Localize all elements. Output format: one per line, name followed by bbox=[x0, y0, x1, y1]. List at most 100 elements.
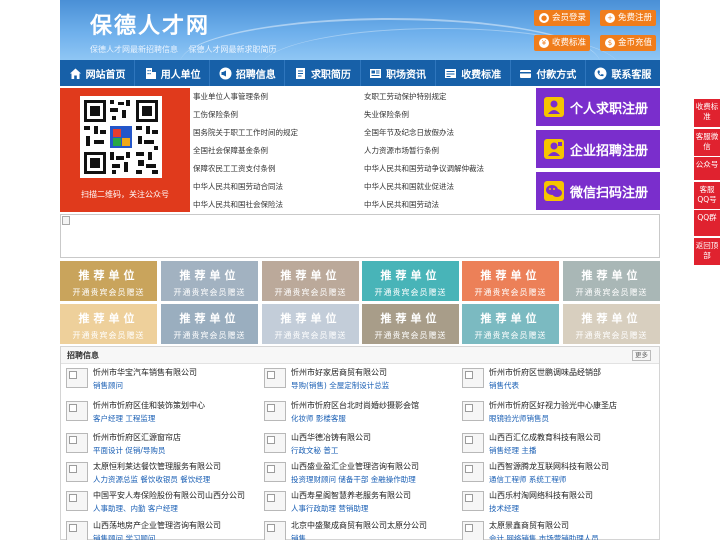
company-name[interactable]: 山西乐村淘网络科技有限公司 bbox=[489, 490, 593, 501]
policy-link[interactable]: 事业单位人事管理条例 bbox=[193, 91, 268, 102]
company-register-button[interactable]: 企业招聘注册 bbox=[536, 130, 660, 168]
recommended-tile[interactable]: 推荐单位 开通贵宾会员赠送 bbox=[362, 304, 459, 344]
company-logo[interactable] bbox=[462, 462, 484, 482]
job-listing-item[interactable]: 中国平安人寿保险股份有限公司山西分公司 人事助理、内勤 客户经理 bbox=[61, 489, 251, 521]
company-logo[interactable] bbox=[66, 401, 88, 421]
company-logo[interactable] bbox=[462, 401, 484, 421]
company-logo[interactable] bbox=[66, 491, 88, 511]
job-positions[interactable]: 行政文秘 普工 bbox=[291, 445, 338, 456]
job-listing-item[interactable]: 山西乐村淘网络科技有限公司 技术经理 bbox=[457, 489, 647, 521]
company-name[interactable]: 忻州市忻府区好视力验光中心康圣店 bbox=[489, 400, 617, 411]
recommended-tile[interactable]: 推荐单位 开通贵宾会员赠送 bbox=[462, 304, 559, 344]
company-name[interactable]: 山西华德冶铸有限公司 bbox=[291, 432, 371, 443]
recommended-tile[interactable]: 推荐单位 开通贵宾会员赠送 bbox=[262, 261, 359, 301]
job-positions[interactable]: 导购(销售) 全屋定制设计总监 bbox=[291, 380, 389, 391]
job-positions[interactable]: 平面设计 促销/导购员 bbox=[93, 445, 165, 456]
recommended-tile[interactable]: 推荐单位 开通贵宾会员赠送 bbox=[462, 261, 559, 301]
job-positions[interactable]: 人事行政助理 营销助理 bbox=[291, 503, 368, 514]
personal-register-button[interactable]: 个人求职注册 bbox=[536, 88, 660, 126]
nav-item-contact[interactable]: 联系客服 bbox=[586, 60, 660, 86]
job-listing-item[interactable]: 山西寿星阁智慧养老服务有限公司 人事行政助理 营销助理 bbox=[259, 489, 449, 521]
free-register-button[interactable]: + 免费注册 bbox=[600, 10, 656, 26]
job-listing-item[interactable]: 忻州市忻府区汇源窗帘店 平面设计 促销/导购员 bbox=[61, 431, 251, 463]
job-positions[interactable]: 人事助理、内勤 客户经理 bbox=[93, 503, 178, 514]
job-positions[interactable]: 人力资源总监 餐饮收银员 餐饮经理 bbox=[93, 474, 210, 485]
recommended-tile[interactable]: 推荐单位 开通贵宾会员赠送 bbox=[362, 261, 459, 301]
recommended-tile[interactable]: 推荐单位 开通贵宾会员赠送 bbox=[161, 304, 258, 344]
policy-link[interactable]: 女职工劳动保护特别规定 bbox=[364, 91, 447, 102]
side-official-account[interactable]: 公众号 bbox=[694, 157, 720, 180]
company-logo[interactable] bbox=[264, 491, 286, 511]
job-listing-item[interactable]: 太原恒利莱达餐饮管理服务有限公司 人力资源总监 餐饮收银员 餐饮经理 bbox=[61, 460, 251, 492]
recommended-tile[interactable]: 推荐单位 开通贵宾会员赠送 bbox=[563, 304, 660, 344]
banner-ad[interactable] bbox=[60, 214, 660, 258]
job-listing-item[interactable]: 太原景鑫商贸有限公司 会计 网络销售 市场营销助理人员 bbox=[457, 519, 647, 540]
company-name[interactable]: 山西百汇亿成教育科技有限公司 bbox=[489, 432, 601, 443]
company-logo[interactable] bbox=[66, 521, 88, 540]
job-listing-item[interactable]: 忻州市忻府区好视力验光中心康圣店 眼镜验光师销售员 bbox=[457, 399, 647, 431]
site-logo-title[interactable]: 保德人才网 bbox=[90, 8, 210, 40]
coin-recharge-button[interactable]: $ 金币充值 bbox=[600, 35, 656, 51]
policy-link[interactable]: 中华人民共和国劳动争议调解仲裁法 bbox=[364, 163, 484, 174]
company-name[interactable]: 太原景鑫商贸有限公司 bbox=[489, 520, 569, 531]
job-listing-item[interactable]: 山西荡地房产企业管理咨询有限公司销售顾问 学习顾问 bbox=[61, 519, 251, 540]
job-listing-item[interactable]: 山西华德冶铸有限公司 行政文秘 普工 bbox=[259, 431, 449, 463]
nav-item-jobs[interactable]: 招聘信息 bbox=[210, 60, 286, 86]
job-positions[interactable]: 销售经理 主播 bbox=[489, 445, 536, 456]
policy-link[interactable]: 中华人民共和国社会保险法 bbox=[193, 199, 283, 210]
nav-item-payment[interactable]: 付款方式 bbox=[511, 60, 586, 86]
side-back-to-top[interactable]: 返回顶部 bbox=[694, 238, 720, 265]
recommended-tile[interactable]: 推荐单位 开通贵宾会员赠送 bbox=[60, 304, 157, 344]
fee-standard-button[interactable]: ¥ 收费标准 bbox=[534, 35, 590, 51]
policy-link[interactable]: 全国社会保障基金条例 bbox=[193, 145, 268, 156]
nav-item-fees[interactable]: 收费标准 bbox=[436, 60, 511, 86]
recommended-tile[interactable]: 推荐单位 开通贵宾会员赠送 bbox=[161, 261, 258, 301]
company-name[interactable]: 山西寿星阁智慧养老服务有限公司 bbox=[291, 490, 411, 501]
job-positions[interactable]: 化妆师 影楼客服 bbox=[291, 413, 346, 424]
job-listing-item[interactable]: 忻州市忻府区世鹏调味品经销部 销售代表 bbox=[457, 366, 647, 398]
company-logo[interactable] bbox=[462, 433, 484, 453]
company-logo[interactable] bbox=[264, 401, 286, 421]
policy-link[interactable]: 保障农民工工资支付条例 bbox=[193, 163, 276, 174]
company-name[interactable]: 山西智源腾龙互联网科技有限公司 bbox=[489, 461, 609, 472]
member-login-button[interactable]: ● 会员登录 bbox=[534, 10, 590, 26]
job-positions[interactable]: 销售顾问 学习顾问 bbox=[93, 533, 155, 540]
nav-item-home[interactable]: 网站首页 bbox=[60, 60, 136, 86]
side-service-wechat[interactable]: 客服微信 bbox=[694, 129, 720, 156]
policy-link[interactable]: 中华人民共和国劳动合同法 bbox=[193, 181, 283, 192]
company-logo[interactable] bbox=[66, 462, 88, 482]
job-positions[interactable]: 销售 bbox=[291, 533, 306, 540]
job-positions[interactable]: 投资理财顾问 储备干部 金融操作助理 bbox=[291, 474, 416, 485]
company-name[interactable]: 山西盛业盈汇企业管理咨询有限公司 bbox=[291, 461, 419, 472]
job-positions[interactable]: 眼镜验光师销售员 bbox=[489, 413, 549, 424]
job-listing-item[interactable]: 山西盛业盈汇企业管理咨询有限公司 投资理财顾问 储备干部 金融操作助理 bbox=[259, 460, 449, 492]
policy-link[interactable]: 中华人民共和国就业促进法 bbox=[364, 181, 454, 192]
job-listing-item[interactable]: 忻州市忻府区台北时尚婚纱摄影会馆 化妆师 影楼客服 bbox=[259, 399, 449, 431]
job-listing-item[interactable]: 山西百汇亿成教育科技有限公司 销售经理 主播 bbox=[457, 431, 647, 463]
job-listing-item[interactable]: 山西智源腾龙互联网科技有限公司 通信工程师 系统工程师 bbox=[457, 460, 647, 492]
company-logo[interactable] bbox=[264, 462, 286, 482]
job-positions[interactable]: 销售代表 bbox=[489, 380, 519, 391]
job-listing-item[interactable]: 忻州市忻府区佳和装饰策划中心 客户经理 工程监理 bbox=[61, 399, 251, 431]
company-name[interactable]: 忻州市忻府区台北时尚婚纱摄影会馆 bbox=[291, 400, 419, 411]
company-name[interactable]: 山西荡地房产企业管理咨询有限公司 bbox=[93, 520, 221, 531]
company-logo[interactable] bbox=[462, 368, 484, 388]
job-positions[interactable]: 销售顾问 bbox=[93, 380, 123, 391]
company-name[interactable]: 太原恒利莱达餐饮管理服务有限公司 bbox=[93, 461, 221, 472]
company-logo[interactable] bbox=[66, 368, 88, 388]
job-listing-item[interactable]: 忻州市华宝汽车销售有限公司 销售顾问 bbox=[61, 366, 251, 398]
company-logo[interactable] bbox=[66, 433, 88, 453]
policy-link[interactable]: 全国年节及纪念日放假办法 bbox=[364, 127, 454, 138]
recommended-tile[interactable]: 推荐单位 开通贵宾会员赠送 bbox=[563, 261, 660, 301]
policy-link[interactable]: 工伤保险条例 bbox=[193, 109, 238, 120]
nav-item-news[interactable]: 职场资讯 bbox=[361, 60, 436, 86]
recommended-tile[interactable]: 推荐单位 开通贵宾会员赠送 bbox=[262, 304, 359, 344]
policy-link[interactable]: 失业保险条例 bbox=[364, 109, 409, 120]
job-positions[interactable]: 技术经理 bbox=[489, 503, 519, 514]
company-name[interactable]: 北京中盛聚成商贸有限公司太原分公司 bbox=[291, 520, 427, 531]
company-name[interactable]: 忻州市忻府区佳和装饰策划中心 bbox=[93, 400, 205, 411]
job-positions[interactable]: 通信工程师 系统工程师 bbox=[489, 474, 566, 485]
side-service-qq[interactable]: 客服QQ号 bbox=[694, 182, 720, 209]
company-name[interactable]: 忻州市华宝汽车销售有限公司 bbox=[93, 367, 197, 378]
side-fee-standard[interactable]: 收费标准 bbox=[694, 99, 720, 127]
